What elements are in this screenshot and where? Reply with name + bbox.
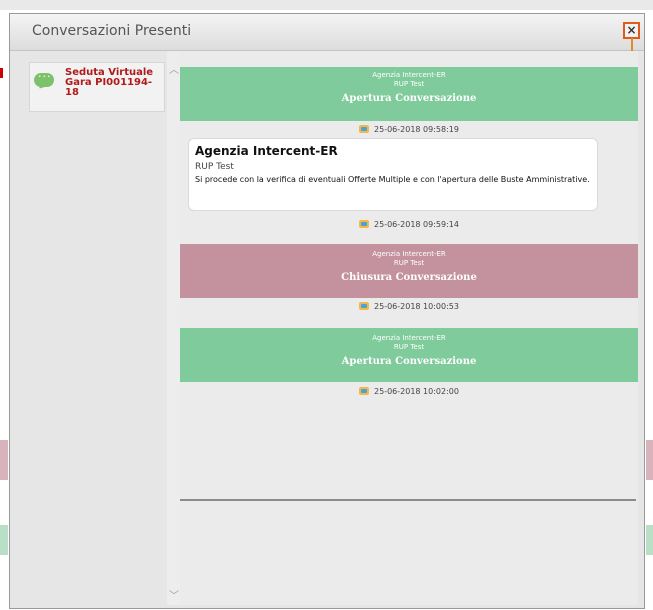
sidebar-scrollbar[interactable]: ︿ ﹀ xyxy=(167,51,181,605)
event-user: RUP Test xyxy=(393,259,425,267)
event-label: Apertura Conversazione xyxy=(341,93,477,104)
user-group-icon xyxy=(359,302,370,310)
divider xyxy=(180,499,636,501)
background-row xyxy=(646,440,653,480)
message-card: Agenzia Intercent-ER RUP Test Si procede… xyxy=(188,138,598,211)
event-user: RUP Test xyxy=(393,80,425,88)
message-org: Agenzia Intercent-ER xyxy=(195,144,338,158)
event-timestamp: 25-06-2018 10:02:00 xyxy=(180,387,638,396)
user-group-icon xyxy=(359,220,370,228)
timestamp-text: 25-06-2018 10:00:53 xyxy=(374,302,459,311)
background-page xyxy=(0,0,653,10)
background-marker xyxy=(0,68,3,78)
background-row xyxy=(646,525,653,555)
timestamp-text: 25-06-2018 10:02:00 xyxy=(374,387,459,396)
chat-bubble-icon: ··· xyxy=(34,70,54,87)
message-user: RUP Test xyxy=(195,162,234,172)
event-banner: Agenzia Intercent-ER RUP Test Chiusura C… xyxy=(180,244,638,298)
event-timestamp: 25-06-2018 10:00:53 xyxy=(180,302,638,311)
chevron-up-icon[interactable]: ︿ xyxy=(169,61,179,76)
sidebar-item-label: Seduta Virtuale Gara PI001194-18 xyxy=(65,67,154,98)
user-group-icon xyxy=(359,125,370,133)
timestamp-text: 25-06-2018 09:59:14 xyxy=(374,220,459,229)
event-label: Apertura Conversazione xyxy=(341,356,477,367)
event-timestamp: 25-06-2018 09:59:14 xyxy=(180,220,638,229)
sidebar-item-conversation[interactable]: ··· Seduta Virtuale Gara PI001194-18 xyxy=(29,62,165,112)
dialog-titlebar: Conversazioni Presenti × xyxy=(10,14,644,51)
event-org: Agenzia Intercent-ER xyxy=(372,250,446,258)
event-org: Agenzia Intercent-ER xyxy=(372,334,446,342)
conversation-pane: Agenzia Intercent-ER RUP Test Apertura C… xyxy=(180,51,638,605)
event-user: RUP Test xyxy=(393,343,425,351)
event-banner: Agenzia Intercent-ER RUP Test Apertura C… xyxy=(180,67,638,121)
chevron-down-icon[interactable]: ﹀ xyxy=(169,587,179,602)
event-banner: Agenzia Intercent-ER RUP Test Apertura C… xyxy=(180,328,638,382)
background-row xyxy=(0,525,8,555)
close-button[interactable]: × xyxy=(623,22,640,39)
event-timestamp: 25-06-2018 09:58:19 xyxy=(180,125,638,134)
dialog-title: Conversazioni Presenti xyxy=(32,23,192,39)
background-row xyxy=(0,440,8,480)
user-group-icon xyxy=(359,387,370,395)
event-org: Agenzia Intercent-ER xyxy=(372,71,446,79)
timestamp-text: 25-06-2018 09:58:19 xyxy=(374,125,459,134)
conversations-dialog: Conversazioni Presenti × 1 ··· Seduta Vi… xyxy=(9,13,645,609)
event-label: Chiusura Conversazione xyxy=(341,272,477,283)
message-text: Si procede con la verifica di eventuali … xyxy=(195,175,590,184)
